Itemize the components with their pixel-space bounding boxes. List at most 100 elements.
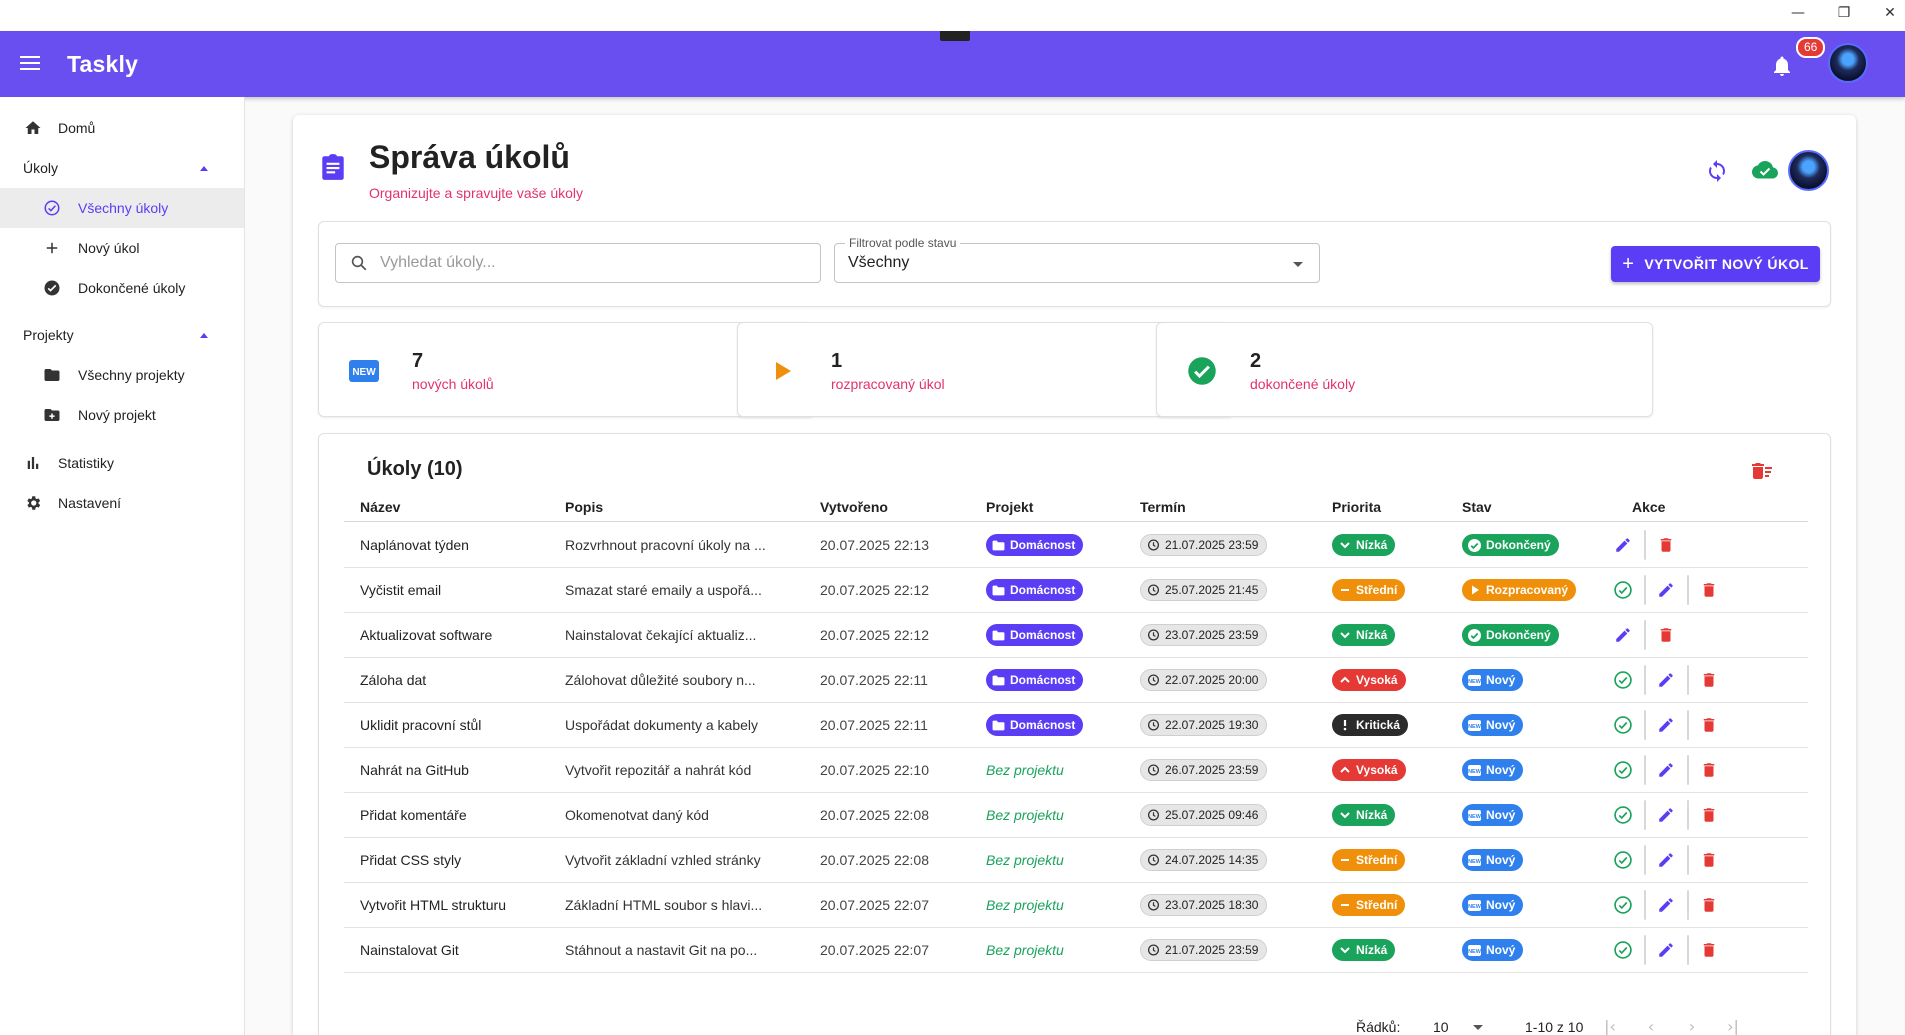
task-description: Okomenotvat daný kód bbox=[565, 807, 709, 823]
delete-task-button[interactable] bbox=[1697, 848, 1721, 872]
edit-task-button[interactable] bbox=[1654, 803, 1678, 827]
edit-task-button[interactable] bbox=[1654, 938, 1678, 962]
status-filter-select[interactable]: Filtrovat podle stavu Všechny bbox=[834, 236, 1320, 283]
complete-task-button[interactable] bbox=[1611, 893, 1635, 917]
edit-task-button[interactable] bbox=[1654, 758, 1678, 782]
priority-chip: Vysoká bbox=[1332, 669, 1406, 691]
complete-task-button[interactable] bbox=[1611, 713, 1635, 737]
task-name: Naplánovat týden bbox=[360, 537, 469, 553]
project-chip[interactable]: Domácnost bbox=[986, 669, 1084, 691]
delete-task-button[interactable] bbox=[1697, 578, 1721, 602]
delete-task-button[interactable] bbox=[1654, 623, 1678, 647]
complete-task-button[interactable] bbox=[1611, 578, 1635, 602]
divider bbox=[1687, 575, 1689, 605]
delete-sweep-icon[interactable] bbox=[1750, 459, 1774, 483]
chevron-down-icon bbox=[1338, 539, 1351, 552]
pencil-icon bbox=[1614, 536, 1632, 554]
clock-icon bbox=[1147, 674, 1160, 687]
check-circle-outline-icon bbox=[1613, 850, 1633, 870]
app-bar: Taskly 66 bbox=[0, 31, 1905, 97]
restore-button[interactable]: ❐ bbox=[1831, 5, 1857, 21]
task-project: Domácnost bbox=[986, 523, 1126, 567]
task-due: 22.07.2025 19:30 bbox=[1140, 703, 1300, 747]
last-page-button[interactable]: ›| bbox=[1723, 1017, 1743, 1035]
task-created: 20.07.2025 22:10 bbox=[820, 762, 929, 778]
task-due: 25.07.2025 21:45 bbox=[1140, 568, 1300, 612]
status-filter-value: Všechny bbox=[848, 254, 910, 271]
sidebar-item-statistics[interactable]: Statistiky bbox=[0, 443, 244, 483]
project-chip[interactable]: Domácnost bbox=[986, 624, 1084, 646]
sidebar-item-all-tasks[interactable]: Všechny úkoly bbox=[0, 188, 244, 228]
sidebar-item-completed-tasks[interactable]: Dokončené úkoly bbox=[0, 268, 244, 308]
sidebar-item-new-project[interactable]: Nový projekt bbox=[0, 395, 244, 435]
next-page-button[interactable]: › bbox=[1682, 1017, 1702, 1035]
new-icon: NEW bbox=[349, 356, 379, 386]
pencil-icon bbox=[1657, 896, 1675, 914]
edit-task-button[interactable] bbox=[1654, 668, 1678, 692]
status-badge: NEW Nový bbox=[1462, 804, 1524, 826]
edit-task-button[interactable] bbox=[1654, 578, 1678, 602]
delete-task-button[interactable] bbox=[1697, 668, 1721, 692]
minimize-button[interactable]: — bbox=[1785, 5, 1811, 21]
trash-icon bbox=[1657, 626, 1675, 644]
close-button[interactable]: ✕ bbox=[1877, 5, 1903, 21]
menu-icon[interactable] bbox=[20, 53, 42, 75]
edit-task-button[interactable] bbox=[1654, 848, 1678, 872]
sidebar-item-settings[interactable]: Nastavení bbox=[0, 483, 244, 523]
sidebar-item-label: Nastavení bbox=[58, 495, 122, 511]
edit-task-button[interactable] bbox=[1611, 623, 1635, 647]
clock-icon bbox=[1147, 764, 1160, 777]
edit-task-button[interactable] bbox=[1654, 893, 1678, 917]
first-page-button[interactable]: |‹ bbox=[1600, 1017, 1620, 1035]
sidebar-item-home[interactable]: Domů bbox=[0, 108, 244, 148]
due-label: 25.07.2025 09:46 bbox=[1165, 808, 1259, 822]
delete-task-button[interactable] bbox=[1697, 893, 1721, 917]
task-due: 25.07.2025 09:46 bbox=[1140, 793, 1300, 837]
complete-task-button[interactable] bbox=[1611, 668, 1635, 692]
chevron-down-icon[interactable] bbox=[1473, 1025, 1483, 1030]
sidebar-item-all-projects[interactable]: Všechny projekty bbox=[0, 355, 244, 395]
check-circle-outline-icon bbox=[1613, 805, 1633, 825]
project-chip[interactable]: Domácnost bbox=[986, 534, 1084, 556]
delete-task-button[interactable] bbox=[1697, 758, 1721, 782]
status-label: Nový bbox=[1486, 718, 1516, 732]
new-icon: NEW bbox=[1468, 764, 1481, 777]
chevron-up-icon bbox=[200, 332, 208, 338]
task-actions bbox=[1611, 793, 1801, 837]
gear-icon bbox=[27, 496, 41, 510]
avatar[interactable] bbox=[1828, 43, 1868, 83]
status-badge: NEW Nový bbox=[1462, 894, 1524, 916]
delete-task-button[interactable] bbox=[1697, 938, 1721, 962]
rows-per-page-select[interactable]: 10 bbox=[1433, 1019, 1449, 1035]
edit-task-button[interactable] bbox=[1611, 533, 1635, 557]
sidebar-item-new-task[interactable]: Nový úkol bbox=[0, 228, 244, 268]
complete-task-button[interactable] bbox=[1611, 938, 1635, 962]
delete-task-button[interactable] bbox=[1697, 713, 1721, 737]
previous-page-button[interactable]: ‹ bbox=[1641, 1017, 1661, 1035]
edit-task-button[interactable] bbox=[1654, 713, 1678, 737]
sidebar-section-tasks[interactable]: Úkoly bbox=[0, 148, 244, 188]
complete-task-button[interactable] bbox=[1611, 803, 1635, 827]
check-circle-icon bbox=[1468, 538, 1481, 552]
task-name: Nainstalovat Git bbox=[360, 942, 459, 958]
chevron-up-icon bbox=[1338, 674, 1351, 687]
delete-task-button[interactable] bbox=[1654, 533, 1678, 557]
avatar[interactable] bbox=[1788, 150, 1829, 191]
complete-task-button[interactable] bbox=[1611, 758, 1635, 782]
sync-icon[interactable] bbox=[1705, 159, 1729, 183]
complete-task-button[interactable] bbox=[1611, 848, 1635, 872]
table-row: Uklidit pracovní stůl Uspořádat dokumenty… bbox=[344, 703, 1808, 748]
check-circle-icon bbox=[1187, 356, 1217, 386]
search-input[interactable] bbox=[380, 250, 810, 276]
project-chip[interactable]: Domácnost bbox=[986, 579, 1084, 601]
create-task-button[interactable]: + VYTVOŘIT NOVÝ ÚKOL bbox=[1611, 246, 1820, 282]
new-icon: NEW bbox=[1468, 899, 1481, 912]
divider bbox=[1644, 665, 1646, 695]
delete-task-button[interactable] bbox=[1697, 803, 1721, 827]
project-chip[interactable]: Domácnost bbox=[986, 714, 1084, 736]
bell-icon[interactable] bbox=[1770, 53, 1794, 79]
sidebar-section-projects[interactable]: Projekty bbox=[0, 315, 244, 355]
search-field[interactable] bbox=[335, 243, 821, 283]
due-chip: 21.07.2025 23:59 bbox=[1140, 939, 1268, 961]
status-label: Nový bbox=[1486, 763, 1516, 777]
